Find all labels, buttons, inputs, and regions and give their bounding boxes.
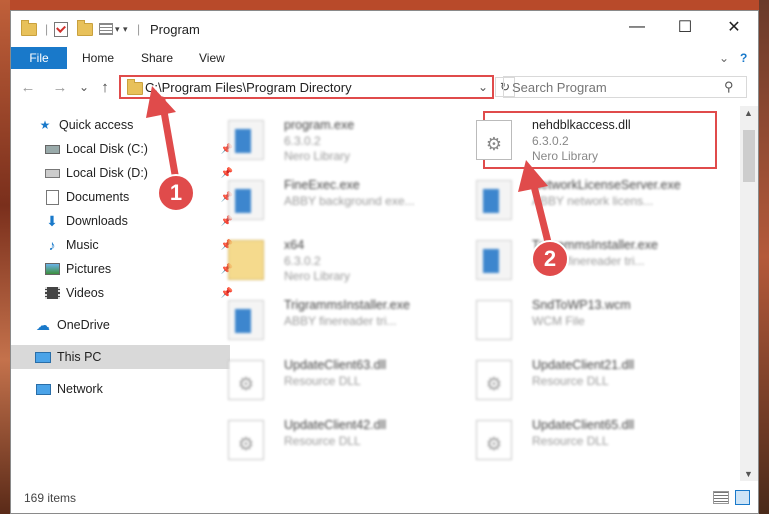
step-2-callout: 2 [531, 240, 569, 278]
arrow-1-head [146, 86, 176, 118]
annotation-arrows [146, 86, 554, 254]
arrow-2-head [518, 160, 548, 192]
step-1-callout: 1 [157, 174, 195, 212]
